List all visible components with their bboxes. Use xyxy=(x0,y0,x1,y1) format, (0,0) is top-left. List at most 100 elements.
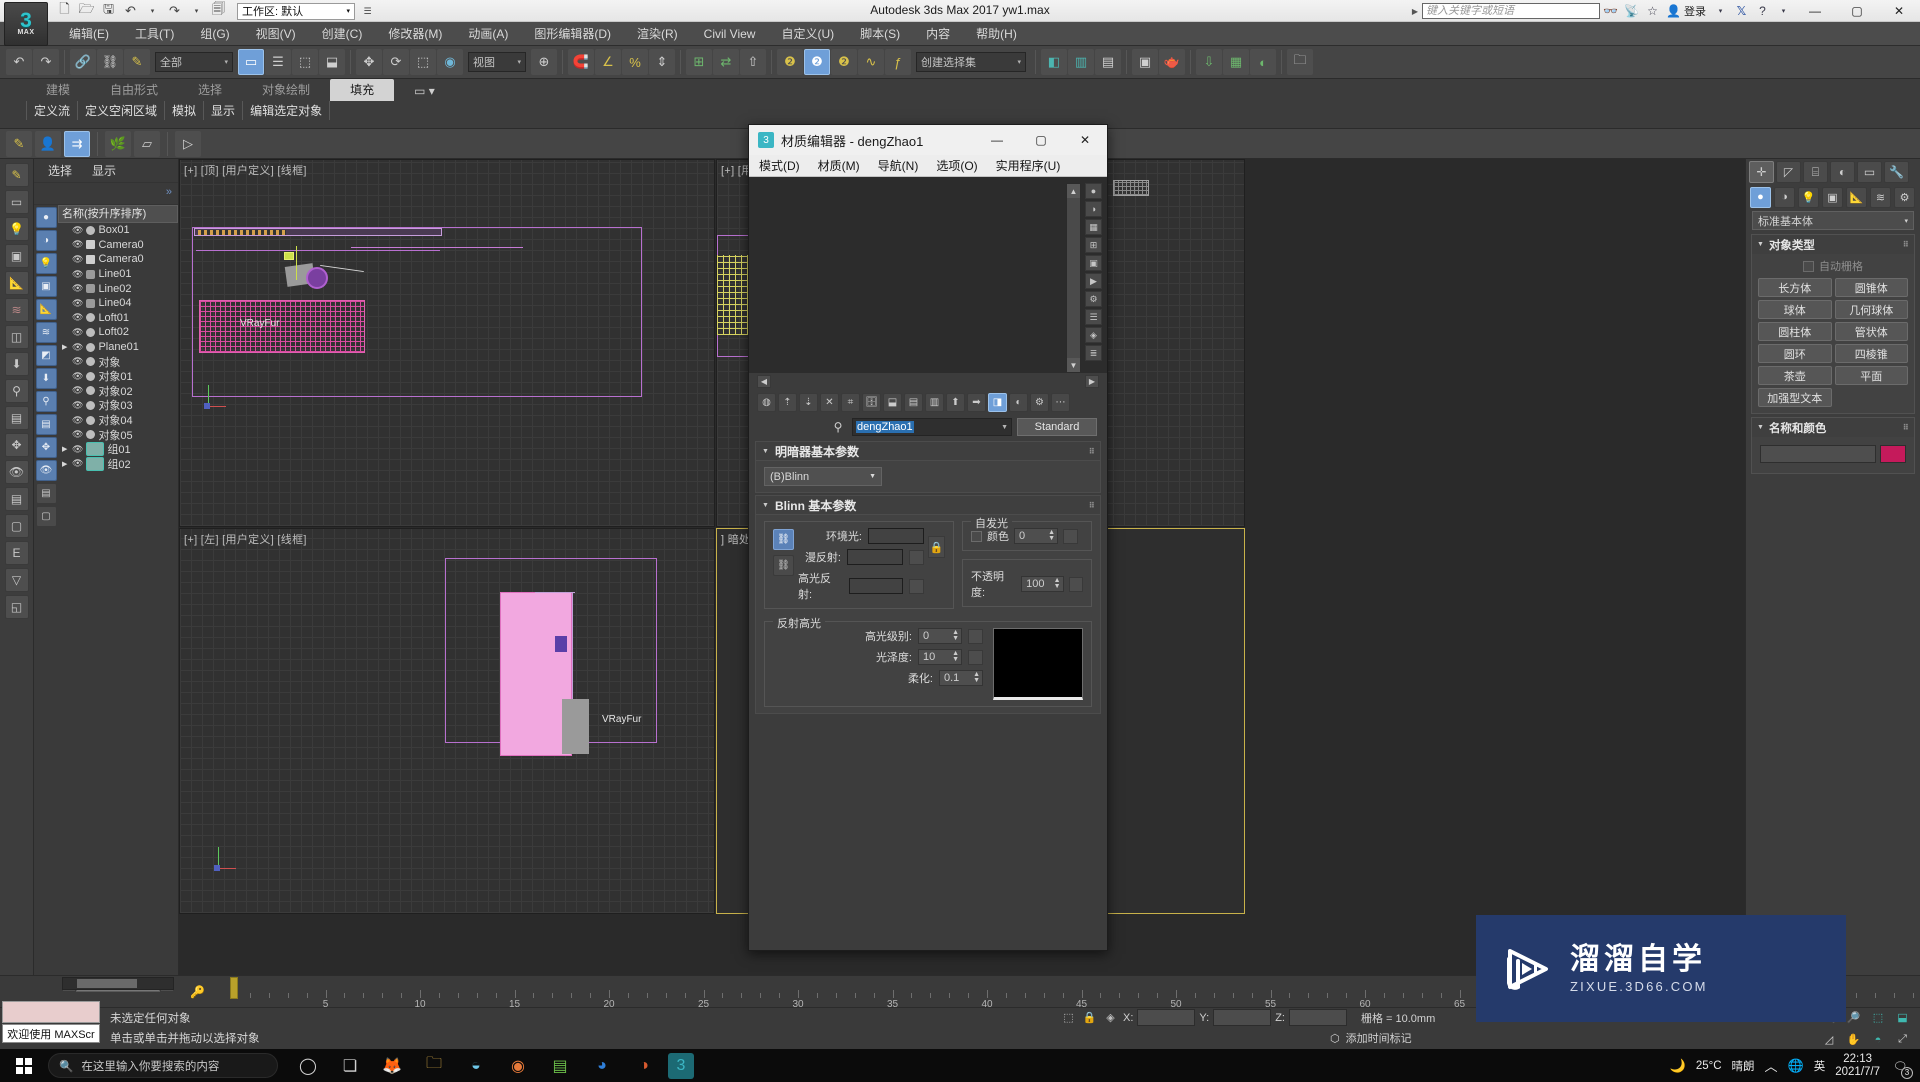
more-icon[interactable]: ⋯ xyxy=(1051,393,1070,412)
file-explorer-icon[interactable]: 🗀 xyxy=(416,1049,452,1082)
scene-explorer-row[interactable]: 👁Camera0 xyxy=(58,238,178,253)
scene-explorer-row[interactable]: 👁Loft02 xyxy=(58,325,178,340)
spinner-arrows-icon[interactable]: ▲▼ xyxy=(952,651,959,663)
curve-editor-icon[interactable]: ∿ xyxy=(858,49,884,75)
menu-item-0[interactable]: 编辑(E) xyxy=(56,22,122,46)
show-end-result-icon[interactable]: ≣ xyxy=(1085,345,1102,361)
material-editor-menu-4[interactable]: 实用程序(U) xyxy=(996,157,1061,174)
time-slider-handle[interactable] xyxy=(230,977,238,999)
scene-explorer-row[interactable]: ▶👁组02 xyxy=(58,457,178,472)
visibility-eye-icon[interactable]: 👁 xyxy=(72,371,83,382)
undo-dropdown-icon[interactable]: ▾ xyxy=(143,2,162,21)
material-type-button[interactable]: Standard xyxy=(1017,418,1097,436)
background-icon[interactable]: ▦ xyxy=(1085,219,1102,235)
tray-expand-icon[interactable]: ︿ xyxy=(1765,1056,1778,1075)
lock-icon[interactable]: 🔒 xyxy=(1081,1009,1098,1026)
minimize-button[interactable]: — xyxy=(1794,0,1836,22)
menu-item-9[interactable]: Civil View xyxy=(691,22,769,46)
ribbon-tab-0[interactable]: 建模 xyxy=(26,79,90,101)
material-editor-close[interactable]: ✕ xyxy=(1063,125,1107,155)
create-button-10[interactable]: 加强型文本 xyxy=(1758,388,1832,407)
ribbon-subitem-2[interactable]: 模拟 xyxy=(165,101,204,120)
tool-layers-icon[interactable]: ◱ xyxy=(5,595,29,619)
create-spacewarps-icon[interactable]: ≋ xyxy=(1870,187,1891,208)
scene-explorer-row[interactable]: 👁Box01 xyxy=(58,223,178,238)
expand-triangle-icon[interactable]: ▶ xyxy=(62,343,67,351)
mirror-icon[interactable]: ⇄ xyxy=(713,49,739,75)
create-button-3[interactable]: 几何球体 xyxy=(1835,300,1909,319)
filter-xrefs-icon[interactable]: ⬇ xyxy=(36,368,57,389)
containers-icon[interactable]: ❷ xyxy=(831,49,857,75)
scroll-up-icon[interactable]: ▲ xyxy=(1067,184,1080,198)
object-color-swatch[interactable] xyxy=(1880,445,1906,463)
help-dropdown-icon[interactable]: ▾ xyxy=(1773,0,1794,22)
put-to-library-icon[interactable]: 🗄 xyxy=(862,393,881,412)
filter-helpers-icon[interactable]: 📐 xyxy=(36,299,57,320)
absolute-relative-icon[interactable]: ◈ xyxy=(1102,1009,1119,1026)
search-input[interactable]: 键入关键字或短语 xyxy=(1422,3,1600,19)
tab-modify[interactable]: ◸ xyxy=(1776,161,1801,183)
expand-triangle-icon[interactable]: ▶ xyxy=(62,460,67,468)
3dsmax-logo[interactable]: 3 MAX xyxy=(4,2,48,46)
unlink-icon[interactable]: ⛓ xyxy=(97,49,123,75)
render-frame-icon[interactable]: ▣ xyxy=(1132,49,1158,75)
redo-toolbar-icon[interactable]: ↷ xyxy=(33,49,59,75)
select-by-name-icon[interactable]: ☰ xyxy=(265,49,291,75)
put-to-scene-icon[interactable]: ⇡ xyxy=(778,393,797,412)
render-to-texture-icon[interactable]: ⇩ xyxy=(1196,49,1222,75)
visibility-eye-icon[interactable]: 👁 xyxy=(72,356,83,367)
app-red-icon[interactable]: ◑ xyxy=(626,1049,662,1082)
menu-item-7[interactable]: 图形编辑器(D) xyxy=(521,22,624,46)
scene-explorer-row[interactable]: 👁对象01 xyxy=(58,369,178,384)
filter-all-icon[interactable]: ✥ xyxy=(36,437,57,458)
3dsmax-taskbar-icon[interactable]: 3 xyxy=(668,1053,694,1079)
app-orange-icon[interactable]: ◉ xyxy=(500,1049,536,1082)
options-icon[interactable]: ⚙ xyxy=(1085,291,1102,307)
backlight-icon[interactable]: ◑ xyxy=(1085,201,1102,217)
fill-plant-icon[interactable]: 🌿 xyxy=(105,131,131,157)
fill-flow-icon[interactable]: ⇉ xyxy=(64,131,90,157)
scene-explorer-row[interactable]: 👁对象02 xyxy=(58,384,178,399)
visibility-eye-icon[interactable]: 👁 xyxy=(72,239,83,250)
material-effects-id-icon[interactable]: ⬓ xyxy=(883,393,902,412)
soften-spinner[interactable]: 0.1 ▲▼ xyxy=(939,670,983,686)
go-to-parent-icon[interactable]: ⬆ xyxy=(946,393,965,412)
tool-light-icon[interactable]: 💡 xyxy=(5,217,29,241)
filter-spacewarps-icon[interactable]: ≋ xyxy=(36,322,57,343)
filter-blank-icon[interactable]: ▢ xyxy=(36,506,57,527)
spec-level-map-button[interactable] xyxy=(968,629,983,644)
material-editor-dialog[interactable]: 3 材质编辑器 - dengZhao1 — ▢ ✕ 模式(D)材质(M)导航(N… xyxy=(748,124,1108,951)
spinner-arrows-icon[interactable]: ▲▼ xyxy=(952,630,959,642)
visibility-eye-icon[interactable]: 👁 xyxy=(72,254,83,265)
material-editor-maximize[interactable]: ▢ xyxy=(1019,125,1063,155)
tool-blank-icon[interactable]: ▢ xyxy=(5,514,29,538)
spinner-arrows-icon[interactable]: ▲▼ xyxy=(973,672,980,684)
create-button-9[interactable]: 平面 xyxy=(1835,366,1909,385)
spinner-arrows-icon[interactable]: ▲▼ xyxy=(1048,530,1055,542)
assign-to-selection-icon[interactable]: ⇣ xyxy=(799,393,818,412)
material-editor-icon[interactable]: ◧ xyxy=(1041,49,1067,75)
named-selection-set-combo[interactable]: 创建选择集 ▾ xyxy=(916,52,1026,72)
create-geometry-icon[interactable]: ● xyxy=(1750,187,1771,208)
autogrid-checkbox[interactable] xyxy=(1803,261,1814,272)
menu-item-3[interactable]: 视图(V) xyxy=(243,22,309,46)
specular-color-swatch[interactable] xyxy=(849,578,903,594)
window-crossing-icon[interactable]: ⬓ xyxy=(319,49,345,75)
tool-E-icon[interactable]: E xyxy=(5,541,29,565)
diffuse-color-swatch[interactable] xyxy=(847,549,903,565)
redo-dropdown-icon[interactable]: ▾ xyxy=(187,2,206,21)
menu-item-12[interactable]: 内容 xyxy=(913,22,963,46)
sample-uv-tiling-icon[interactable]: ⊞ xyxy=(1085,237,1102,253)
spinner-snap-icon[interactable]: ⇕ xyxy=(649,49,675,75)
create-button-7[interactable]: 四棱锥 xyxy=(1835,344,1909,363)
ambient-color-swatch[interactable] xyxy=(868,528,924,544)
material-name-combo[interactable]: dengZhao1 ▼ xyxy=(852,418,1012,436)
select-move-icon[interactable]: ✥ xyxy=(356,49,382,75)
tab-create[interactable]: ✛ xyxy=(1749,161,1774,183)
network-icon[interactable]: 🌐 xyxy=(1788,1058,1804,1074)
tool-dropper-icon[interactable]: ⚲ xyxy=(5,379,29,403)
tool-helper-icon[interactable]: ≋ xyxy=(5,298,29,322)
tool-pivot-icon[interactable]: ✥ xyxy=(5,433,29,457)
material-editor-minimize[interactable]: — xyxy=(975,125,1019,155)
slate-material-icon[interactable]: ▥ xyxy=(1068,49,1094,75)
